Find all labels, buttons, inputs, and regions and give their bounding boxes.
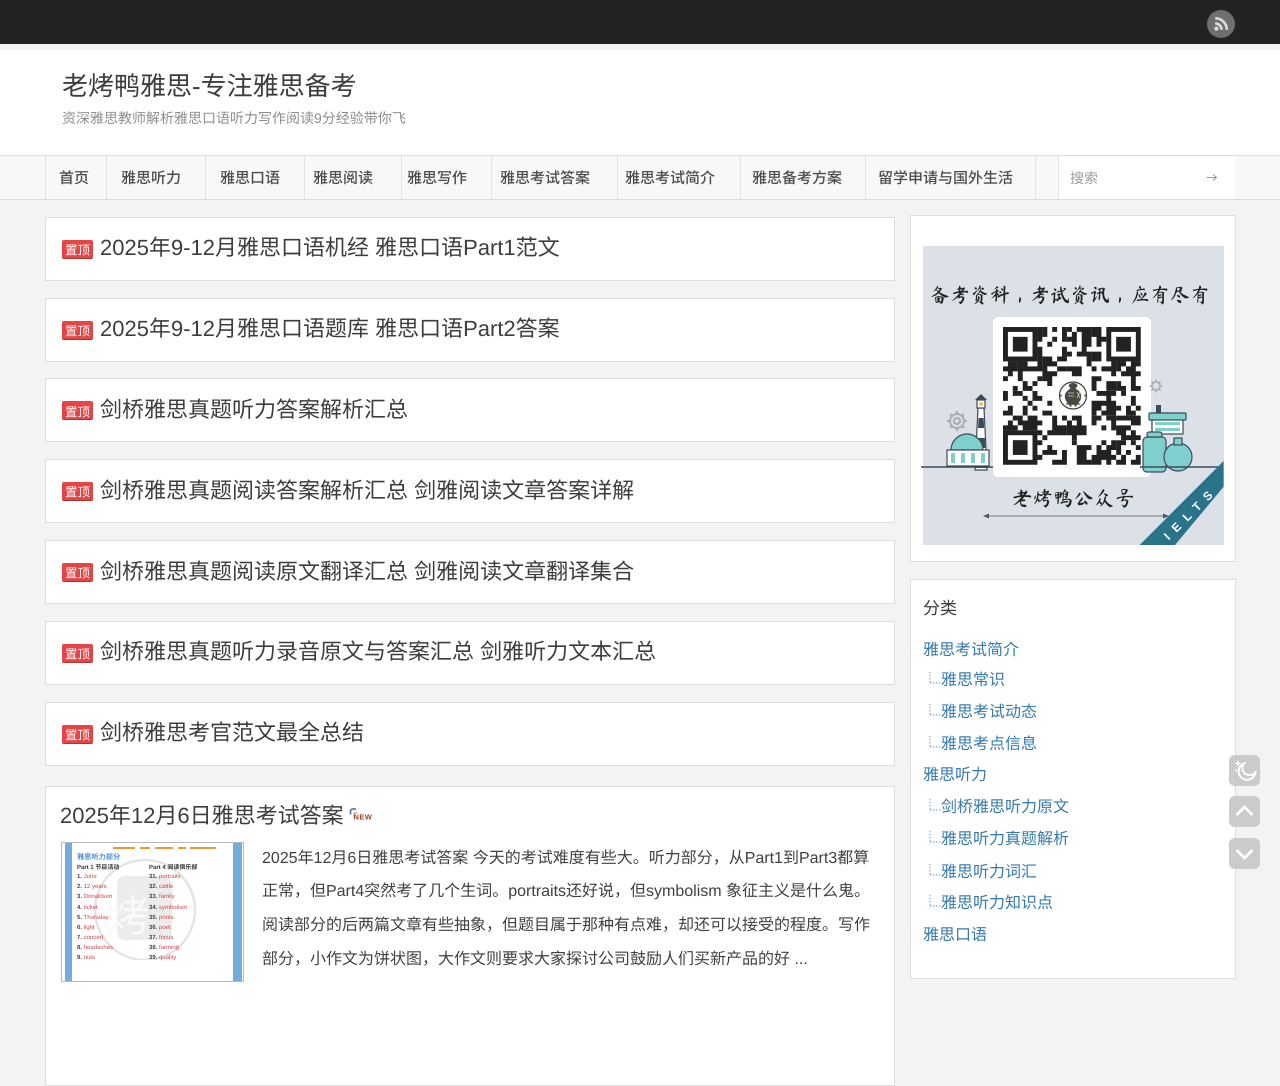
svg-text:IELTS: IELTS <box>1161 483 1221 543</box>
svg-text:NEW: NEW <box>354 813 373 822</box>
